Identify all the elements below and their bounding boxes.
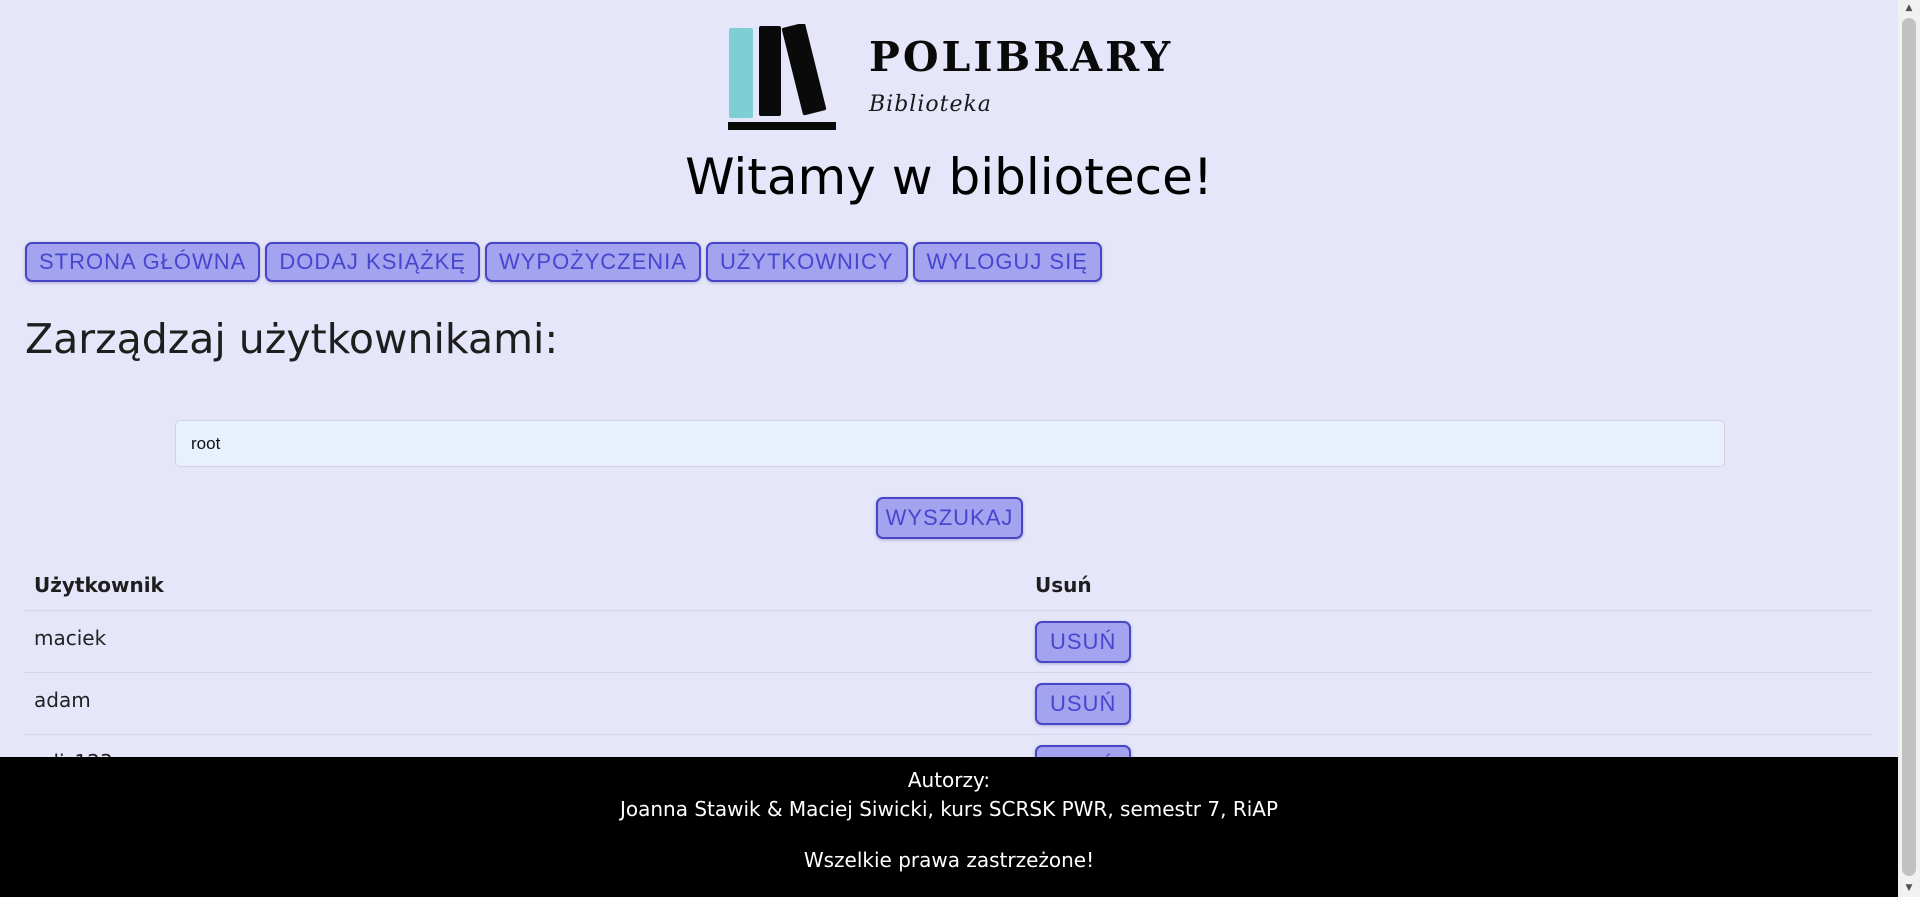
logo-subtitle: Biblioteka <box>869 92 992 117</box>
footer-copyright: Wszelkie prawa zastrzeżone! <box>803 848 1095 872</box>
section-title: Zarządzaj użytkownikami: <box>25 315 559 363</box>
user-name: adam <box>34 687 91 712</box>
footer-authors: Joanna Stawik & Maciej Siwicki, kurs SCR… <box>619 797 1279 821</box>
user-name: maciek <box>34 625 107 650</box>
search-button[interactable]: WYSZUKAJ <box>876 497 1023 539</box>
footer-authors-label: Autorzy: <box>907 768 991 792</box>
column-header-delete: Usuń <box>1025 560 1872 611</box>
scroll-up-arrow-icon[interactable]: ▲ <box>1898 0 1920 17</box>
table-header-row: Użytkownik Usuń <box>24 560 1872 611</box>
delete-cell: USUŃ <box>1025 610 1872 673</box>
footer: Autorzy: Joanna Stawik & Maciej Siwicki,… <box>0 757 1898 897</box>
delete-cell: USUŃ <box>1025 672 1872 735</box>
page: POLIBRARY Biblioteka Witamy w bibliotece… <box>0 0 1898 897</box>
books-logo-icon <box>728 24 836 130</box>
table-row: adam USUŃ <box>24 672 1872 735</box>
nav-home-button[interactable]: STRONA GŁÓWNA <box>25 242 261 282</box>
vertical-scrollbar[interactable]: ▲ ▼ <box>1898 0 1920 897</box>
nav-users-button[interactable]: UŻYTKOWNICY <box>705 242 908 282</box>
user-name-cell: adam <box>24 672 1025 735</box>
nav-logout-button[interactable]: WYLOGUJ SIĘ <box>912 242 1102 282</box>
nav-loans-button[interactable]: WYPOŻYCZENIA <box>484 242 701 282</box>
column-header-user: Użytkownik <box>24 560 1025 611</box>
user-name-cell: maciek <box>24 610 1025 673</box>
welcome-heading: Witamy w bibliotece! <box>685 148 1213 206</box>
delete-user-button[interactable]: USUŃ <box>1035 620 1132 663</box>
logo-title: POLIBRARY <box>869 33 1174 81</box>
polibrary-logo[interactable]: POLIBRARY Biblioteka <box>728 24 1170 130</box>
table-row: maciek USUŃ <box>24 610 1872 673</box>
nav-add-book-button[interactable]: DODAJ KSIĄŻKĘ <box>265 242 480 282</box>
user-search-input[interactable] <box>175 420 1725 467</box>
scrollbar-thumb[interactable] <box>1902 18 1916 876</box>
scroll-down-arrow-icon[interactable]: ▼ <box>1898 880 1920 897</box>
delete-user-button[interactable]: USUŃ <box>1035 682 1132 725</box>
main-nav: STRONA GŁÓWNA DODAJ KSIĄŻKĘ WYPOŻYCZENIA… <box>25 242 1102 282</box>
